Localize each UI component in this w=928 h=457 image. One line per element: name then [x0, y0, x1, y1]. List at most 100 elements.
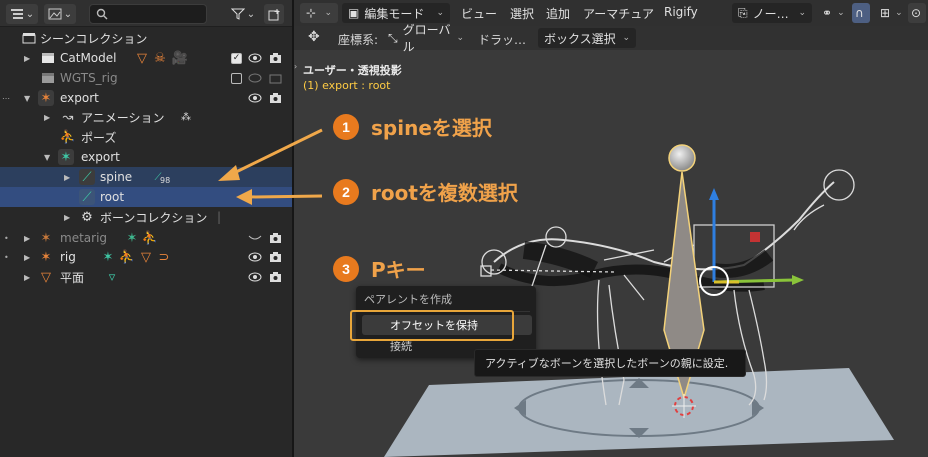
outliner-row-spine[interactable]: ▶ ⟋ spine ⟋ 98 [0, 167, 292, 187]
outliner-row-plane[interactable]: ▶ ▽ 平面 ▿ [0, 267, 292, 287]
column-divider: | [217, 210, 222, 224]
drag-select-dropdown[interactable]: ボックス選択 ⌄ [538, 28, 636, 48]
eye-icon[interactable] [248, 91, 262, 105]
mesh-triangle-icon: ▽ [137, 50, 147, 66]
3d-viewport[interactable]: ⊹ ⌄ ▣ 編集モード ⌄ ビュー 選択 追加 アーマチュア Rigify ⎘ ノ… [294, 0, 928, 457]
editor-type-button[interactable]: ⊹ ⌄ [300, 3, 338, 23]
eye-icon[interactable] [248, 250, 262, 264]
highlight-frame [350, 310, 514, 341]
chevron-down-icon: ⌄ [63, 8, 73, 20]
collapse-arrow-icon[interactable]: ▼ [24, 94, 30, 103]
render-camera-icon[interactable] [268, 91, 282, 105]
exclude-checkbox[interactable] [231, 72, 242, 84]
outliner-row-animation[interactable]: ▶ ↝ アニメーション ⁂ [0, 107, 292, 127]
menu-rigify[interactable]: Rigify [664, 5, 698, 19]
pose-icon: ⛹ [118, 249, 136, 265]
step-number-badge: 1 [333, 113, 359, 140]
outliner-row-label: WGTS_rig [60, 71, 118, 85]
outliner-row-catmodel[interactable]: ▶ CatModel ▽ ☠ 🎥 ✓ [0, 48, 292, 68]
eye-icon[interactable] [248, 270, 262, 284]
render-camera-icon[interactable] [268, 231, 282, 245]
render-camera-icon[interactable] [268, 250, 282, 264]
proportional-edit-toggle[interactable]: ⊙ [908, 3, 926, 23]
proportional-edit-icon: ⊙ [911, 6, 922, 20]
armature-object-icon: ✶ [40, 249, 52, 265]
outliner-row-label: ボーンコレクション [100, 210, 208, 225]
move-tool-icon[interactable]: ✥ [308, 29, 320, 45]
outliner-row-bone-collection[interactable]: ▶ ⚙ ボーンコレクション | [0, 207, 292, 227]
bone-icon: ⟋ [79, 189, 95, 205]
bone-collection-icon: ⚙ [81, 209, 93, 225]
menu-select[interactable]: 選択 [510, 5, 534, 22]
outliner-row-pose[interactable]: ⛹ ポーズ [0, 127, 292, 147]
transform-orientation-dropdown[interactable]: ⎘ ノー… ⌄ [732, 3, 812, 23]
snap-toggle[interactable]: ∩ [852, 3, 870, 23]
menu-view[interactable]: ビュー [461, 5, 497, 22]
outliner-row-export-armature-data[interactable]: ▼ ✶ export [0, 147, 292, 167]
eye-icon[interactable] [248, 51, 262, 65]
chevron-down-icon: ⌄ [837, 8, 845, 18]
render-camera-icon[interactable] [268, 270, 282, 284]
expand-arrow-icon[interactable]: ▶ [24, 273, 30, 282]
eye-closed-icon[interactable] [248, 231, 262, 245]
pose-icon: ⛹ [141, 230, 159, 246]
row-toggles [231, 68, 282, 88]
outliner-row-wgts-rig[interactable]: WGTS_rig [0, 68, 292, 88]
outliner-search[interactable] [89, 4, 207, 24]
render-camera-icon[interactable] [268, 71, 282, 85]
chevron-down-icon: ⌄ [324, 8, 332, 18]
filter-button[interactable]: ⌄ [228, 4, 258, 24]
menu-armature[interactable]: アーマチュア [583, 5, 654, 22]
drag-label: ドラッ… [478, 33, 527, 47]
popup-title: ペアレントを作成 [364, 293, 452, 306]
search-input[interactable] [112, 7, 202, 21]
expand-arrow-icon[interactable]: ▶ [24, 54, 30, 63]
menu-add[interactable]: 追加 [546, 5, 570, 22]
eye-closed-icon[interactable] [248, 71, 262, 85]
coordinate-system-dropdown[interactable]: ⤡ グローバル ⌄ [382, 23, 470, 54]
outliner-row-label: root [100, 190, 125, 204]
search-icon [96, 8, 108, 20]
box-select-label: ボックス選択 [544, 31, 616, 46]
coordinate-system-value: グローバル [402, 23, 451, 54]
active-object-info: (1) export : root [303, 79, 391, 92]
render-camera-icon[interactable] [268, 51, 282, 65]
expand-arrow-icon[interactable]: ▶ [24, 234, 30, 243]
snap-mode-button[interactable]: ⊞ ⌄ [874, 3, 904, 23]
outliner-row-root[interactable]: ⟋ root [0, 187, 292, 207]
bullet-icon: • [4, 233, 9, 243]
orientation-label: ノー… [752, 6, 789, 21]
step-number-badge: 2 [333, 178, 359, 205]
filter-icon [230, 8, 245, 20]
expand-arrow-icon[interactable]: ▶ [24, 253, 30, 262]
collapse-arrow-icon[interactable]: ▼ [44, 153, 50, 162]
collection-icon [40, 50, 56, 66]
display-mode-button[interactable]: ⌄ [44, 4, 76, 24]
callout-step-3: 3 Pキー [333, 254, 426, 283]
exclude-checkbox[interactable]: ✓ [231, 52, 242, 64]
outliner-row-scene-collection[interactable]: シーンコレクション [0, 28, 292, 48]
chevron-down-icon: ⌄ [895, 8, 903, 18]
outliner-row-label: ポーズ [81, 130, 117, 145]
global-axes-icon: ⤡ [388, 30, 398, 45]
editor-type-button[interactable]: ⌄ [6, 4, 38, 24]
expand-arrow-icon[interactable]: ▶ [64, 213, 70, 222]
option-tooltip: アクティブなボーンを選択したボーンの親に設定. [474, 349, 746, 377]
toolbar-expand-arrow-icon[interactable]: › [294, 62, 297, 71]
expand-arrow-icon[interactable]: ▶ [44, 113, 50, 122]
step-text: Pキー [371, 258, 426, 282]
expand-arrow-icon[interactable]: ▶ [64, 173, 70, 182]
step-text: spineを選択 [371, 116, 492, 140]
armature-data-icon: ✶ [102, 249, 114, 265]
mesh-data-icon: ▿ [108, 269, 116, 285]
chevron-down-icon: ⌄ [622, 33, 630, 43]
snap-target-button[interactable]: ⚭ ⌄ [816, 3, 848, 23]
outliner-row-metarig[interactable]: • ▶ ✶ metarig ✶ ⛹ [0, 228, 292, 248]
outliner-row-rig[interactable]: • ▶ ✶ rig ✶ ⛹ ▽ ⊃ [0, 247, 292, 267]
mode-dropdown[interactable]: ▣ 編集モード ⌄ [342, 3, 450, 23]
outliner-row-label: metarig [60, 231, 108, 245]
snap-increment-icon: ⊞ [880, 6, 891, 20]
outliner-row-export-object[interactable]: ⋯ ▼ ✶ export [0, 88, 292, 108]
new-collection-button[interactable] [264, 4, 284, 24]
chevron-down-icon: ⌄ [436, 8, 444, 18]
